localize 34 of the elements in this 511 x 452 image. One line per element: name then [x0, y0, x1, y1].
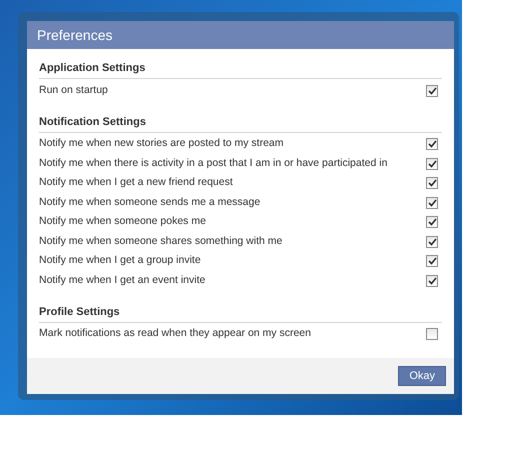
option-label: Notify me when I get a new friend request [39, 175, 233, 190]
checkbox[interactable] [426, 196, 438, 209]
checkbox[interactable] [426, 84, 438, 97]
okay-button[interactable]: Okay [398, 366, 446, 386]
option-label: Notify me when someone pokes me [39, 214, 206, 230]
option-label: Run on startup [39, 82, 108, 98]
option-label: Notify me when I get an event invite [39, 272, 206, 288]
option-label: Notify me when there is activity in a post that I am in or have participated in [39, 156, 388, 171]
checkmark-icon [428, 198, 436, 207]
checkbox[interactable] [426, 158, 438, 170]
checkmark-icon [428, 257, 436, 266]
checkbox[interactable] [426, 236, 438, 248]
section-heading: Notification Settings [39, 114, 146, 130]
option-label: Notify me when someone sends me a message [39, 194, 260, 210]
checkbox[interactable] [426, 328, 438, 340]
checkbox[interactable] [426, 216, 438, 228]
checkbox[interactable] [426, 177, 438, 190]
checkmark-icon [428, 140, 436, 148]
checkmark-icon [428, 218, 436, 226]
checkmark-icon [428, 86, 436, 95]
checkmark-icon [428, 276, 436, 285]
checkmark-icon [428, 238, 436, 246]
checkbox[interactable] [426, 138, 438, 150]
checkmark-icon [428, 160, 436, 168]
option-label: Mark notifications as read when they appear on my screen [39, 326, 311, 342]
dialog-title: Preferences [37, 26, 112, 44]
checkbox[interactable] [426, 255, 438, 268]
option-label: Notify me when new stories are posted to my stream [39, 136, 284, 152]
option-label: Notify me when someone shares something with me [39, 234, 282, 249]
checkmark-icon [428, 179, 436, 188]
section-heading: Application Settings [39, 61, 146, 76]
option-label: Notify me when I get a group invite [39, 253, 201, 268]
section-heading: Profile Settings [39, 304, 120, 320]
checkbox[interactable] [426, 274, 438, 287]
